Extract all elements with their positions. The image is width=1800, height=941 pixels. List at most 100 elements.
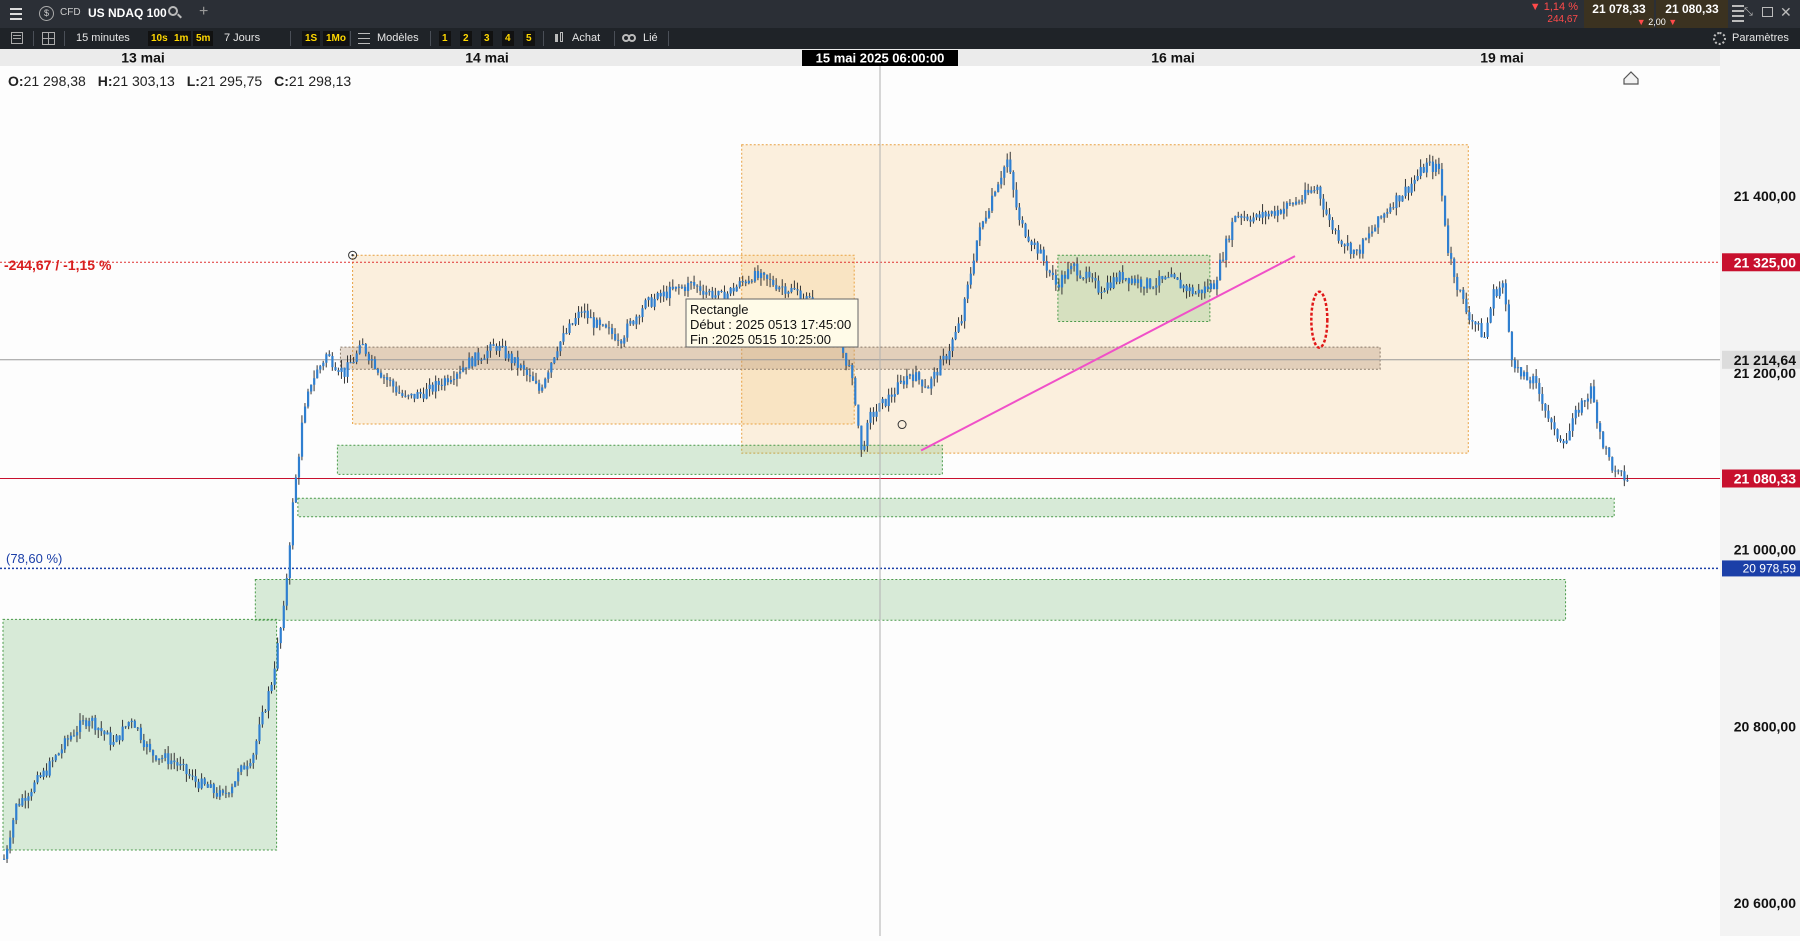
candle-body bbox=[88, 720, 91, 727]
candle-body bbox=[48, 761, 51, 776]
candle-body bbox=[267, 691, 270, 711]
menu-icon[interactable] bbox=[10, 8, 22, 20]
candle-body bbox=[860, 425, 863, 450]
linked-button[interactable]: Lié bbox=[643, 28, 658, 49]
candle-body bbox=[1194, 293, 1197, 295]
interval-select[interactable]: 15 minutes bbox=[76, 28, 130, 49]
candle-body bbox=[130, 720, 133, 722]
candle-body bbox=[1322, 198, 1325, 210]
models-button[interactable]: Modèles bbox=[377, 28, 419, 49]
range-select[interactable]: 7 Jours bbox=[224, 28, 260, 49]
candle-body bbox=[1282, 208, 1286, 214]
candle-body bbox=[1158, 276, 1161, 286]
candle-body bbox=[1057, 284, 1061, 288]
candle-body bbox=[650, 297, 653, 307]
ohlc-h-label: H: bbox=[98, 73, 113, 89]
candle-body bbox=[714, 295, 717, 298]
candle-body bbox=[1088, 271, 1091, 278]
tooltip-start: Début : 2025 0513 17:45:00 bbox=[690, 317, 851, 332]
candle-body bbox=[1565, 440, 1568, 444]
preset-5-button[interactable]: 5 bbox=[523, 31, 535, 46]
grid-layout-icon[interactable] bbox=[42, 32, 55, 45]
candle-body bbox=[1179, 279, 1182, 289]
candle-body bbox=[565, 332, 568, 334]
candle-body bbox=[1197, 289, 1200, 294]
close-icon[interactable]: ✕ bbox=[1780, 4, 1792, 20]
candle-body bbox=[699, 286, 702, 291]
tooltip-title: Rectangle bbox=[690, 302, 749, 317]
price-chart[interactable]: 13 mai 14 mai 16 mai 19 mai 21 400,0021 200… bbox=[0, 49, 1800, 936]
candle-body bbox=[224, 792, 228, 794]
candle-body bbox=[1152, 287, 1155, 289]
candle-body bbox=[656, 292, 659, 299]
candle-body bbox=[63, 738, 66, 750]
candle-body bbox=[291, 502, 294, 546]
candle-body bbox=[1073, 263, 1076, 266]
interval-1m-button[interactable]: 1m bbox=[171, 31, 192, 46]
candle-body bbox=[27, 796, 30, 801]
candle-body bbox=[632, 320, 635, 325]
candle-body bbox=[194, 776, 197, 782]
candle-body bbox=[1553, 422, 1556, 430]
candle-body bbox=[769, 278, 772, 280]
interval-10s-button[interactable]: 10s bbox=[148, 31, 171, 46]
interval-5m-button[interactable]: 5m bbox=[193, 31, 214, 46]
range-1mo-button[interactable]: 1Mo bbox=[323, 31, 349, 46]
buy-button[interactable]: Achat bbox=[572, 28, 600, 49]
preset-3-button[interactable]: 3 bbox=[481, 31, 493, 46]
candle-body bbox=[845, 352, 848, 366]
candle-body bbox=[513, 357, 516, 364]
popout-icon[interactable] bbox=[1762, 7, 1773, 17]
candle-body bbox=[1079, 275, 1082, 278]
candle-body bbox=[735, 286, 738, 292]
price-axis[interactable] bbox=[1720, 49, 1800, 936]
candle-body bbox=[1164, 277, 1167, 280]
candle-body bbox=[787, 291, 790, 294]
candle-body bbox=[1051, 272, 1054, 276]
candle-body bbox=[1410, 183, 1413, 193]
candle-body bbox=[1340, 240, 1343, 245]
candle-body bbox=[866, 422, 869, 447]
candle-body bbox=[1267, 213, 1270, 217]
minimize-icon[interactable]: ⤡ bbox=[1744, 6, 1756, 18]
candle-body bbox=[1279, 210, 1282, 214]
x-tick-label: 13 mai bbox=[121, 50, 165, 66]
zone-green-5 bbox=[297, 497, 1615, 518]
candle-body bbox=[1608, 447, 1611, 458]
candle-body bbox=[1045, 261, 1048, 271]
candle-body bbox=[383, 377, 386, 379]
candle-body bbox=[1623, 471, 1626, 481]
chart-area[interactable]: 13 mai 14 mai 16 mai 19 mai 21 400,00 21 200… bbox=[0, 49, 1800, 936]
candle-body bbox=[109, 732, 112, 745]
candle-body bbox=[1450, 253, 1453, 259]
candle-body bbox=[85, 720, 88, 727]
preset-2-button[interactable]: 2 bbox=[460, 31, 472, 46]
add-symbol-button[interactable]: + bbox=[199, 3, 208, 21]
candle-body bbox=[136, 727, 139, 729]
candle-body bbox=[1492, 289, 1495, 309]
preset-4-button[interactable]: 4 bbox=[502, 31, 514, 46]
search-icon[interactable] bbox=[168, 6, 182, 20]
candle-body bbox=[547, 372, 550, 379]
candle-body bbox=[1076, 263, 1079, 276]
candle-body bbox=[36, 775, 39, 783]
layout-icon[interactable] bbox=[1732, 2, 1744, 26]
candle-body bbox=[601, 324, 605, 326]
range-1s-button[interactable]: 1S bbox=[302, 31, 321, 46]
candle-body bbox=[753, 270, 757, 282]
candle-body bbox=[498, 345, 501, 351]
candle-body bbox=[987, 210, 991, 218]
candle-body bbox=[474, 352, 477, 367]
gear-icon[interactable] bbox=[1713, 32, 1726, 45]
candle-body bbox=[1249, 219, 1252, 222]
candle-body bbox=[954, 331, 957, 340]
candle-body bbox=[297, 456, 301, 478]
preset-1-button[interactable]: 1 bbox=[439, 31, 451, 46]
settings-button[interactable]: Paramètres bbox=[1732, 28, 1789, 49]
candle-body bbox=[1523, 372, 1526, 377]
candle-body bbox=[501, 345, 504, 347]
candle-body bbox=[759, 272, 763, 279]
candle-body bbox=[462, 367, 465, 372]
instrument-name[interactable]: US NDAQ 100 bbox=[88, 6, 167, 20]
chart-list-icon[interactable] bbox=[11, 32, 23, 44]
